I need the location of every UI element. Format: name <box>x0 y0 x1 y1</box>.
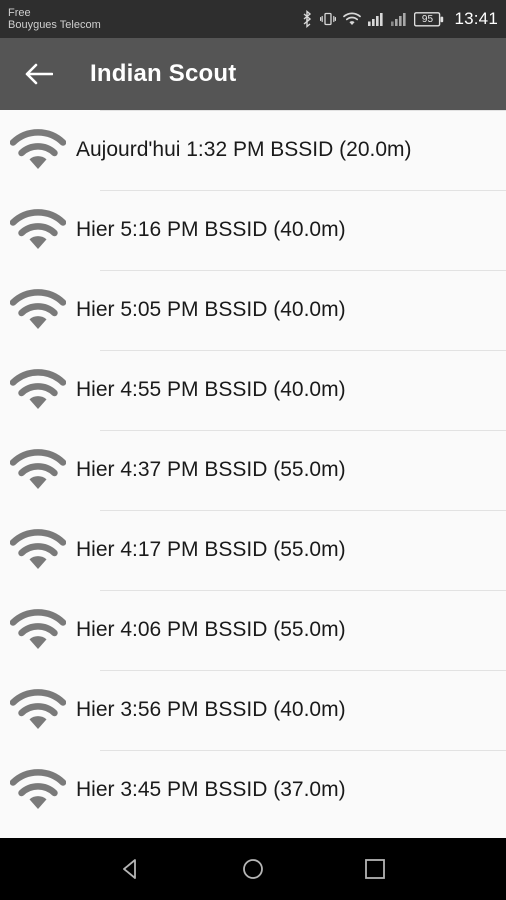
android-nav-bar <box>0 838 506 900</box>
battery-icon: 95 <box>414 11 444 27</box>
wifi-icon <box>0 129 76 171</box>
wifi-icon <box>0 289 76 331</box>
list-item[interactable]: Hier 4:06 PM BSSID (55.0m) <box>0 590 506 670</box>
list-item[interactable]: Hier 3:45 PM BSSID (37.0m) <box>0 750 506 830</box>
list-item[interactable]: Hier 5:16 PM BSSID (40.0m) <box>0 190 506 270</box>
carrier-labels: Free Bouygues Telecom <box>8 7 101 32</box>
nav-recents-icon[interactable] <box>347 841 403 897</box>
phone-screen: Free Bouygues Telecom 95 13:41 Indian Sc… <box>0 0 506 900</box>
list-item-label: Hier 5:16 PM BSSID (40.0m) <box>76 218 346 241</box>
wifi-icon <box>0 769 76 811</box>
app-toolbar: Indian Scout <box>0 38 506 110</box>
battery-level-text: 95 <box>421 13 434 25</box>
list-item-label: Aujourd'hui 1:32 PM BSSID (20.0m) <box>76 138 412 161</box>
vibrate-icon <box>320 11 337 27</box>
signal-1-icon <box>368 12 384 26</box>
system-icons: 95 13:41 <box>301 9 498 29</box>
page-title: Indian Scout <box>90 60 237 87</box>
list-item[interactable]: Hier 4:37 PM BSSID (55.0m) <box>0 430 506 510</box>
list-item-label: Hier 4:37 PM BSSID (55.0m) <box>76 458 346 481</box>
history-list[interactable]: Aujourd'hui 1:32 PM BSSID (20.0m) Hier 5:… <box>0 110 506 838</box>
list-item-label: Hier 5:05 PM BSSID (40.0m) <box>76 298 346 321</box>
list-item-label: Hier 3:56 PM BSSID (40.0m) <box>76 698 346 721</box>
status-bar: Free Bouygues Telecom 95 13:41 <box>0 0 506 38</box>
list-item[interactable]: Hier 5:05 PM BSSID (40.0m) <box>0 270 506 350</box>
nav-back-icon[interactable] <box>103 841 159 897</box>
list-item-label: Hier 3:45 PM BSSID (37.0m) <box>76 778 346 801</box>
bluetooth-icon <box>301 10 313 28</box>
back-arrow-icon[interactable] <box>22 57 56 91</box>
carrier-secondary: Bouygues Telecom <box>8 19 101 31</box>
nav-home-icon[interactable] <box>225 841 281 897</box>
list-item-label: Hier 4:06 PM BSSID (55.0m) <box>76 618 346 641</box>
carrier-primary: Free <box>8 6 31 19</box>
wifi-icon <box>0 689 76 731</box>
list-item[interactable]: Hier 3:56 PM BSSID (40.0m) <box>0 670 506 750</box>
list-item[interactable]: Hier 4:17 PM BSSID (55.0m) <box>0 510 506 590</box>
wifi-icon <box>343 12 362 26</box>
status-clock: 13:41 <box>454 9 498 28</box>
wifi-icon <box>0 449 76 491</box>
wifi-icon <box>0 609 76 651</box>
list-item[interactable]: Hier 4:55 PM BSSID (40.0m) <box>0 350 506 430</box>
signal-2-icon <box>391 12 407 26</box>
wifi-icon <box>0 209 76 251</box>
wifi-icon <box>0 529 76 571</box>
wifi-icon <box>0 369 76 411</box>
list-item[interactable]: Aujourd'hui 1:32 PM BSSID (20.0m) <box>0 110 506 190</box>
list-item-label: Hier 4:17 PM BSSID (55.0m) <box>76 538 346 561</box>
list-item-label: Hier 4:55 PM BSSID (40.0m) <box>76 378 346 401</box>
